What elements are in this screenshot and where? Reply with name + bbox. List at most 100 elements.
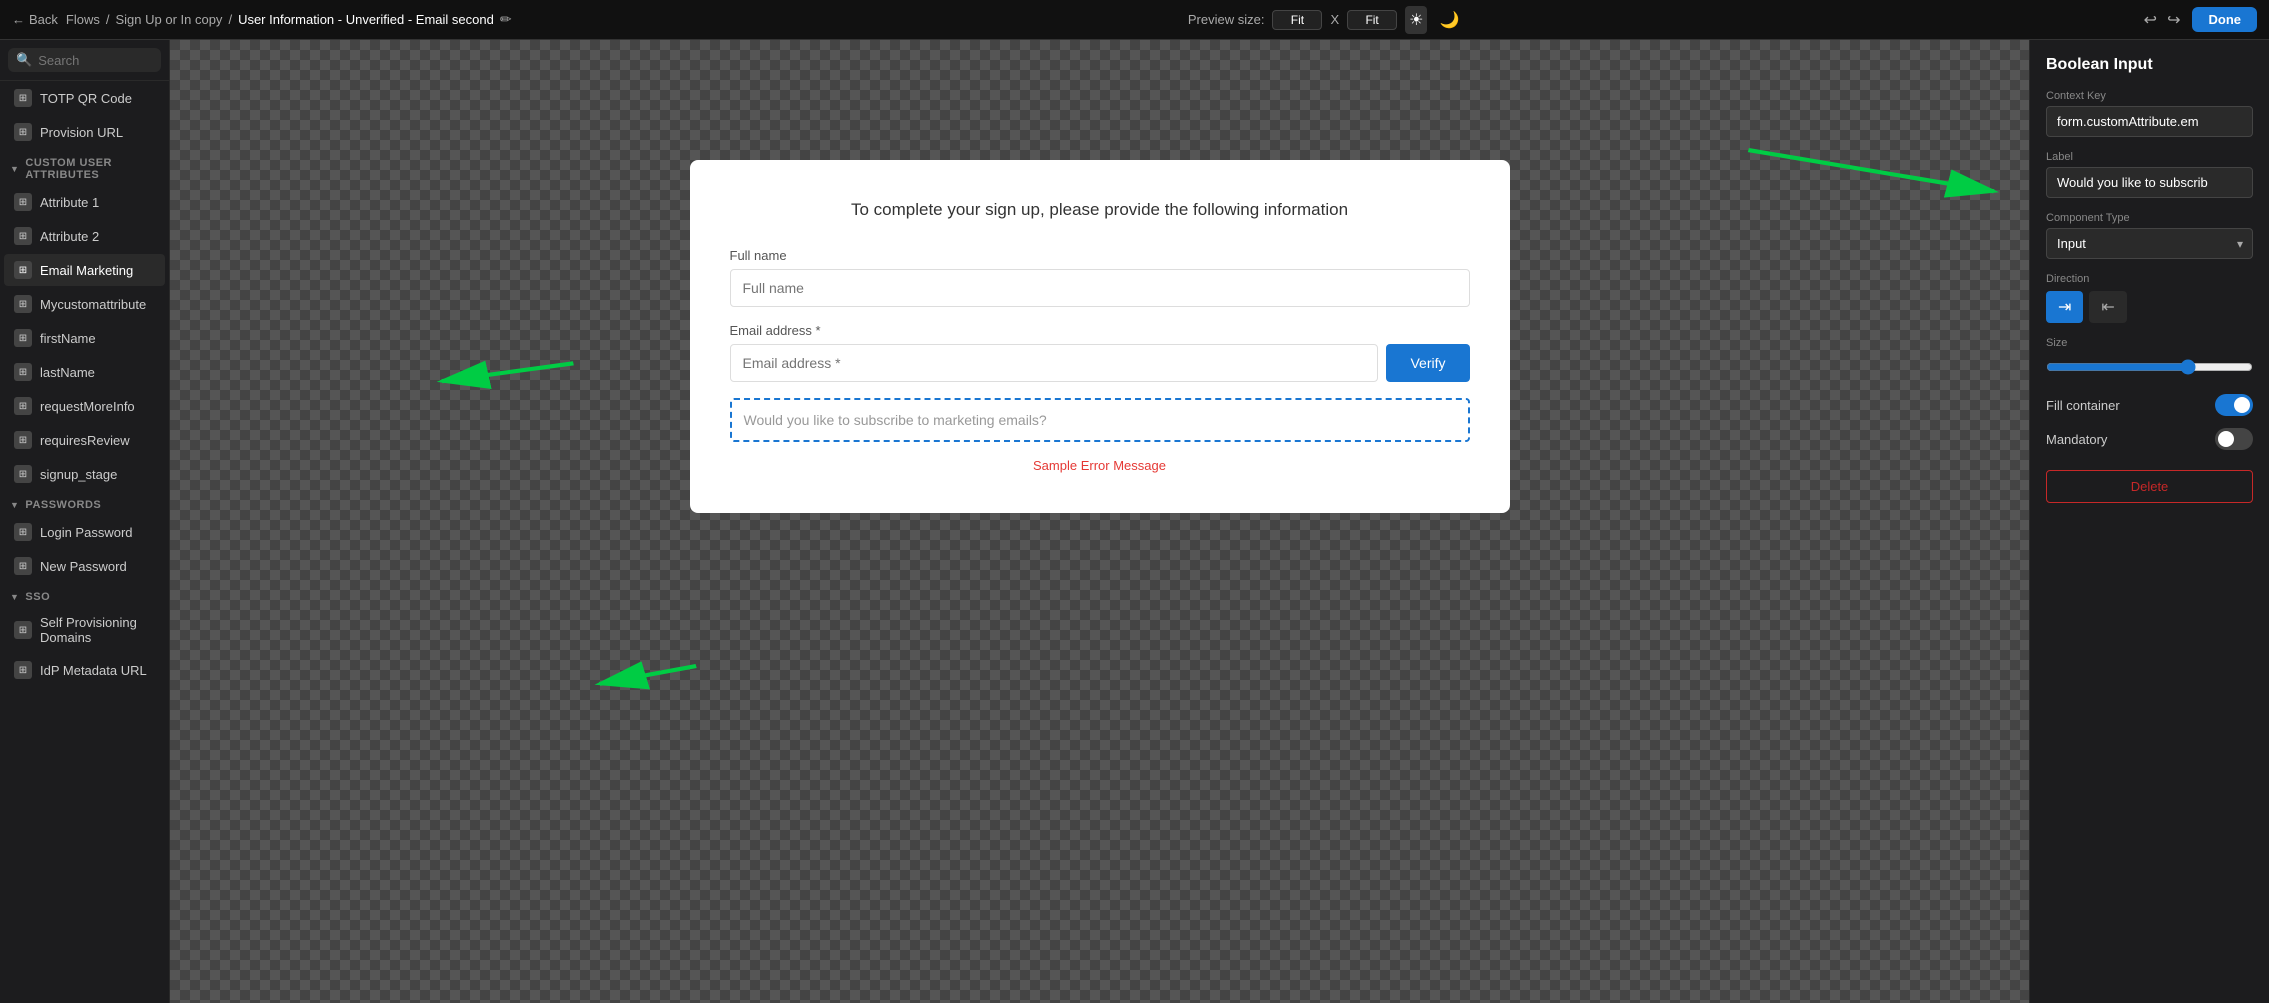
sidebar-item-attribute1[interactable]: ⊞ Attribute 1	[4, 186, 165, 218]
provision-url-label: Provision URL	[40, 125, 123, 140]
search-icon: 🔍	[16, 52, 32, 68]
email-label: Email address *	[730, 323, 1470, 338]
sidebar-item-requiresreview[interactable]: ⊞ requiresReview	[4, 424, 165, 456]
breadcrumb-copy[interactable]: Sign Up or In copy	[115, 12, 222, 27]
sidebar-item-requestmoreinfo[interactable]: ⊞ requestMoreInfo	[4, 390, 165, 422]
preview-fit-right[interactable]	[1347, 10, 1397, 30]
context-key-field: Context Key	[2046, 90, 2253, 137]
context-key-input[interactable]	[2046, 106, 2253, 137]
breadcrumb-sep2: /	[228, 12, 232, 27]
search-input[interactable]	[38, 53, 153, 68]
sso-label: SSO	[25, 591, 50, 603]
preview-fit-left[interactable]	[1272, 10, 1322, 30]
totp-label: TOTP QR Code	[40, 91, 132, 106]
email-marketing-icon: ⊞	[14, 261, 32, 279]
full-name-group: Full name	[730, 248, 1470, 307]
fill-container-toggle[interactable]	[2215, 394, 2253, 416]
component-type-select-wrap: Input Checkbox Toggle	[2046, 228, 2253, 259]
breadcrumb-current: User Information - Unverified - Email se…	[238, 12, 494, 27]
requestmoreinfo-label: requestMoreInfo	[40, 399, 135, 414]
modal-card: To complete your sign up, please provide…	[690, 160, 1510, 513]
size-field: Size	[2046, 337, 2253, 380]
sidebar-item-self-provisioning[interactable]: ⊞ Self Provisioning Domains	[4, 608, 165, 652]
sidebar-item-email-marketing[interactable]: ⊞ Email Marketing	[4, 254, 165, 286]
edit-title-icon[interactable]: ✏	[500, 11, 512, 28]
back-label: Back	[29, 12, 58, 27]
component-type-field: Component Type Input Checkbox Toggle	[2046, 212, 2253, 259]
requestmoreinfo-icon: ⊞	[14, 397, 32, 415]
preview-size-label: Preview size:	[1188, 12, 1265, 27]
direction-field: Direction ⇥ ⇤	[2046, 273, 2253, 323]
subscribe-box[interactable]: Would you like to subscribe to marketing…	[730, 398, 1470, 442]
verify-button[interactable]: Verify	[1386, 344, 1469, 382]
main-layout: 🔍 ⊞ TOTP QR Code ⊞ Provision URL ▼ CUSTO…	[0, 40, 2269, 1003]
login-password-icon: ⊞	[14, 523, 32, 541]
sidebar-item-mycustomattr[interactable]: ⊞ Mycustomattribute	[4, 288, 165, 320]
fill-container-row: Fill container	[2046, 394, 2253, 416]
email-marketing-label: Email Marketing	[40, 263, 133, 278]
label-field: Label	[2046, 151, 2253, 198]
size-label: Size	[2046, 337, 2253, 349]
signup-stage-label: signup_stage	[40, 467, 117, 482]
sidebar-item-attribute2[interactable]: ⊞ Attribute 2	[4, 220, 165, 252]
component-type-select[interactable]: Input Checkbox Toggle	[2046, 228, 2253, 259]
label-field-label: Label	[2046, 151, 2253, 163]
attr1-icon: ⊞	[14, 193, 32, 211]
delete-button[interactable]: Delete	[2046, 470, 2253, 503]
custom-attrs-label: CUSTOM USER ATTRIBUTES	[25, 157, 159, 181]
totp-icon: ⊞	[14, 89, 32, 107]
search-box: 🔍	[0, 40, 169, 81]
redo-button[interactable]: ↪	[2163, 6, 2184, 34]
light-mode-icon[interactable]: ☀	[1405, 6, 1427, 34]
subscribe-group: Would you like to subscribe to marketing…	[730, 398, 1470, 442]
passwords-label: PASSWORDS	[25, 499, 101, 511]
context-key-label: Context Key	[2046, 90, 2253, 102]
sidebar-item-lastname[interactable]: ⊞ lastName	[4, 356, 165, 388]
requiresreview-label: requiresReview	[40, 433, 130, 448]
new-password-label: New Password	[40, 559, 127, 574]
sidebar: 🔍 ⊞ TOTP QR Code ⊞ Provision URL ▼ CUSTO…	[0, 40, 170, 1003]
undo-redo-group: ↩ ↪	[2140, 6, 2185, 34]
dark-mode-icon[interactable]: 🌙	[1435, 6, 1463, 34]
idp-metadata-label: IdP Metadata URL	[40, 663, 147, 678]
breadcrumb-sep1: /	[106, 12, 110, 27]
email-row: Verify	[730, 344, 1470, 382]
sidebar-item-totp[interactable]: ⊞ TOTP QR Code	[4, 82, 165, 114]
right-panel: Boolean Input Context Key Label Componen…	[2029, 40, 2269, 1003]
topbar-right: ↩ ↪ Done	[2140, 6, 2257, 34]
ltr-button[interactable]: ⇥	[2046, 291, 2083, 323]
subscribe-placeholder: Would you like to subscribe to marketing…	[744, 412, 1047, 428]
canvas-area[interactable]: To complete your sign up, please provide…	[170, 40, 2029, 1003]
passwords-chevron: ▼	[10, 500, 19, 510]
sidebar-item-provision-url[interactable]: ⊞ Provision URL	[4, 116, 165, 148]
label-input[interactable]	[2046, 167, 2253, 198]
new-password-icon: ⊞	[14, 557, 32, 575]
mandatory-slider	[2215, 428, 2253, 450]
firstname-label: firstName	[40, 331, 96, 346]
sso-header[interactable]: ▼ SSO	[0, 583, 169, 607]
attr2-icon: ⊞	[14, 227, 32, 245]
mandatory-toggle[interactable]	[2215, 428, 2253, 450]
passwords-header[interactable]: ▼ PASSWORDS	[0, 491, 169, 515]
sidebar-item-new-password[interactable]: ⊞ New Password	[4, 550, 165, 582]
sidebar-item-login-password[interactable]: ⊞ Login Password	[4, 516, 165, 548]
mycustomattr-label: Mycustomattribute	[40, 297, 146, 312]
modal-title: To complete your sign up, please provide…	[730, 200, 1470, 220]
undo-button[interactable]: ↩	[2140, 6, 2161, 34]
mycustomattr-icon: ⊞	[14, 295, 32, 313]
breadcrumb-flows[interactable]: Flows	[66, 12, 100, 27]
full-name-input[interactable]	[730, 269, 1470, 307]
rtl-button[interactable]: ⇤	[2089, 291, 2126, 323]
topbar-center: Preview size: X ☀ 🌙	[1188, 6, 1464, 34]
sidebar-item-signup-stage[interactable]: ⊞ signup_stage	[4, 458, 165, 490]
sso-chevron: ▼	[10, 592, 19, 602]
size-slider[interactable]	[2046, 359, 2253, 375]
done-button[interactable]: Done	[2192, 7, 2257, 32]
lastname-label: lastName	[40, 365, 95, 380]
sidebar-item-firstname[interactable]: ⊞ firstName	[4, 322, 165, 354]
sidebar-item-idp-metadata[interactable]: ⊞ IdP Metadata URL	[4, 654, 165, 686]
email-input[interactable]	[730, 344, 1379, 382]
custom-attributes-header[interactable]: ▼ CUSTOM USER ATTRIBUTES	[0, 149, 169, 185]
back-button[interactable]: ← Back	[12, 12, 58, 27]
firstname-icon: ⊞	[14, 329, 32, 347]
